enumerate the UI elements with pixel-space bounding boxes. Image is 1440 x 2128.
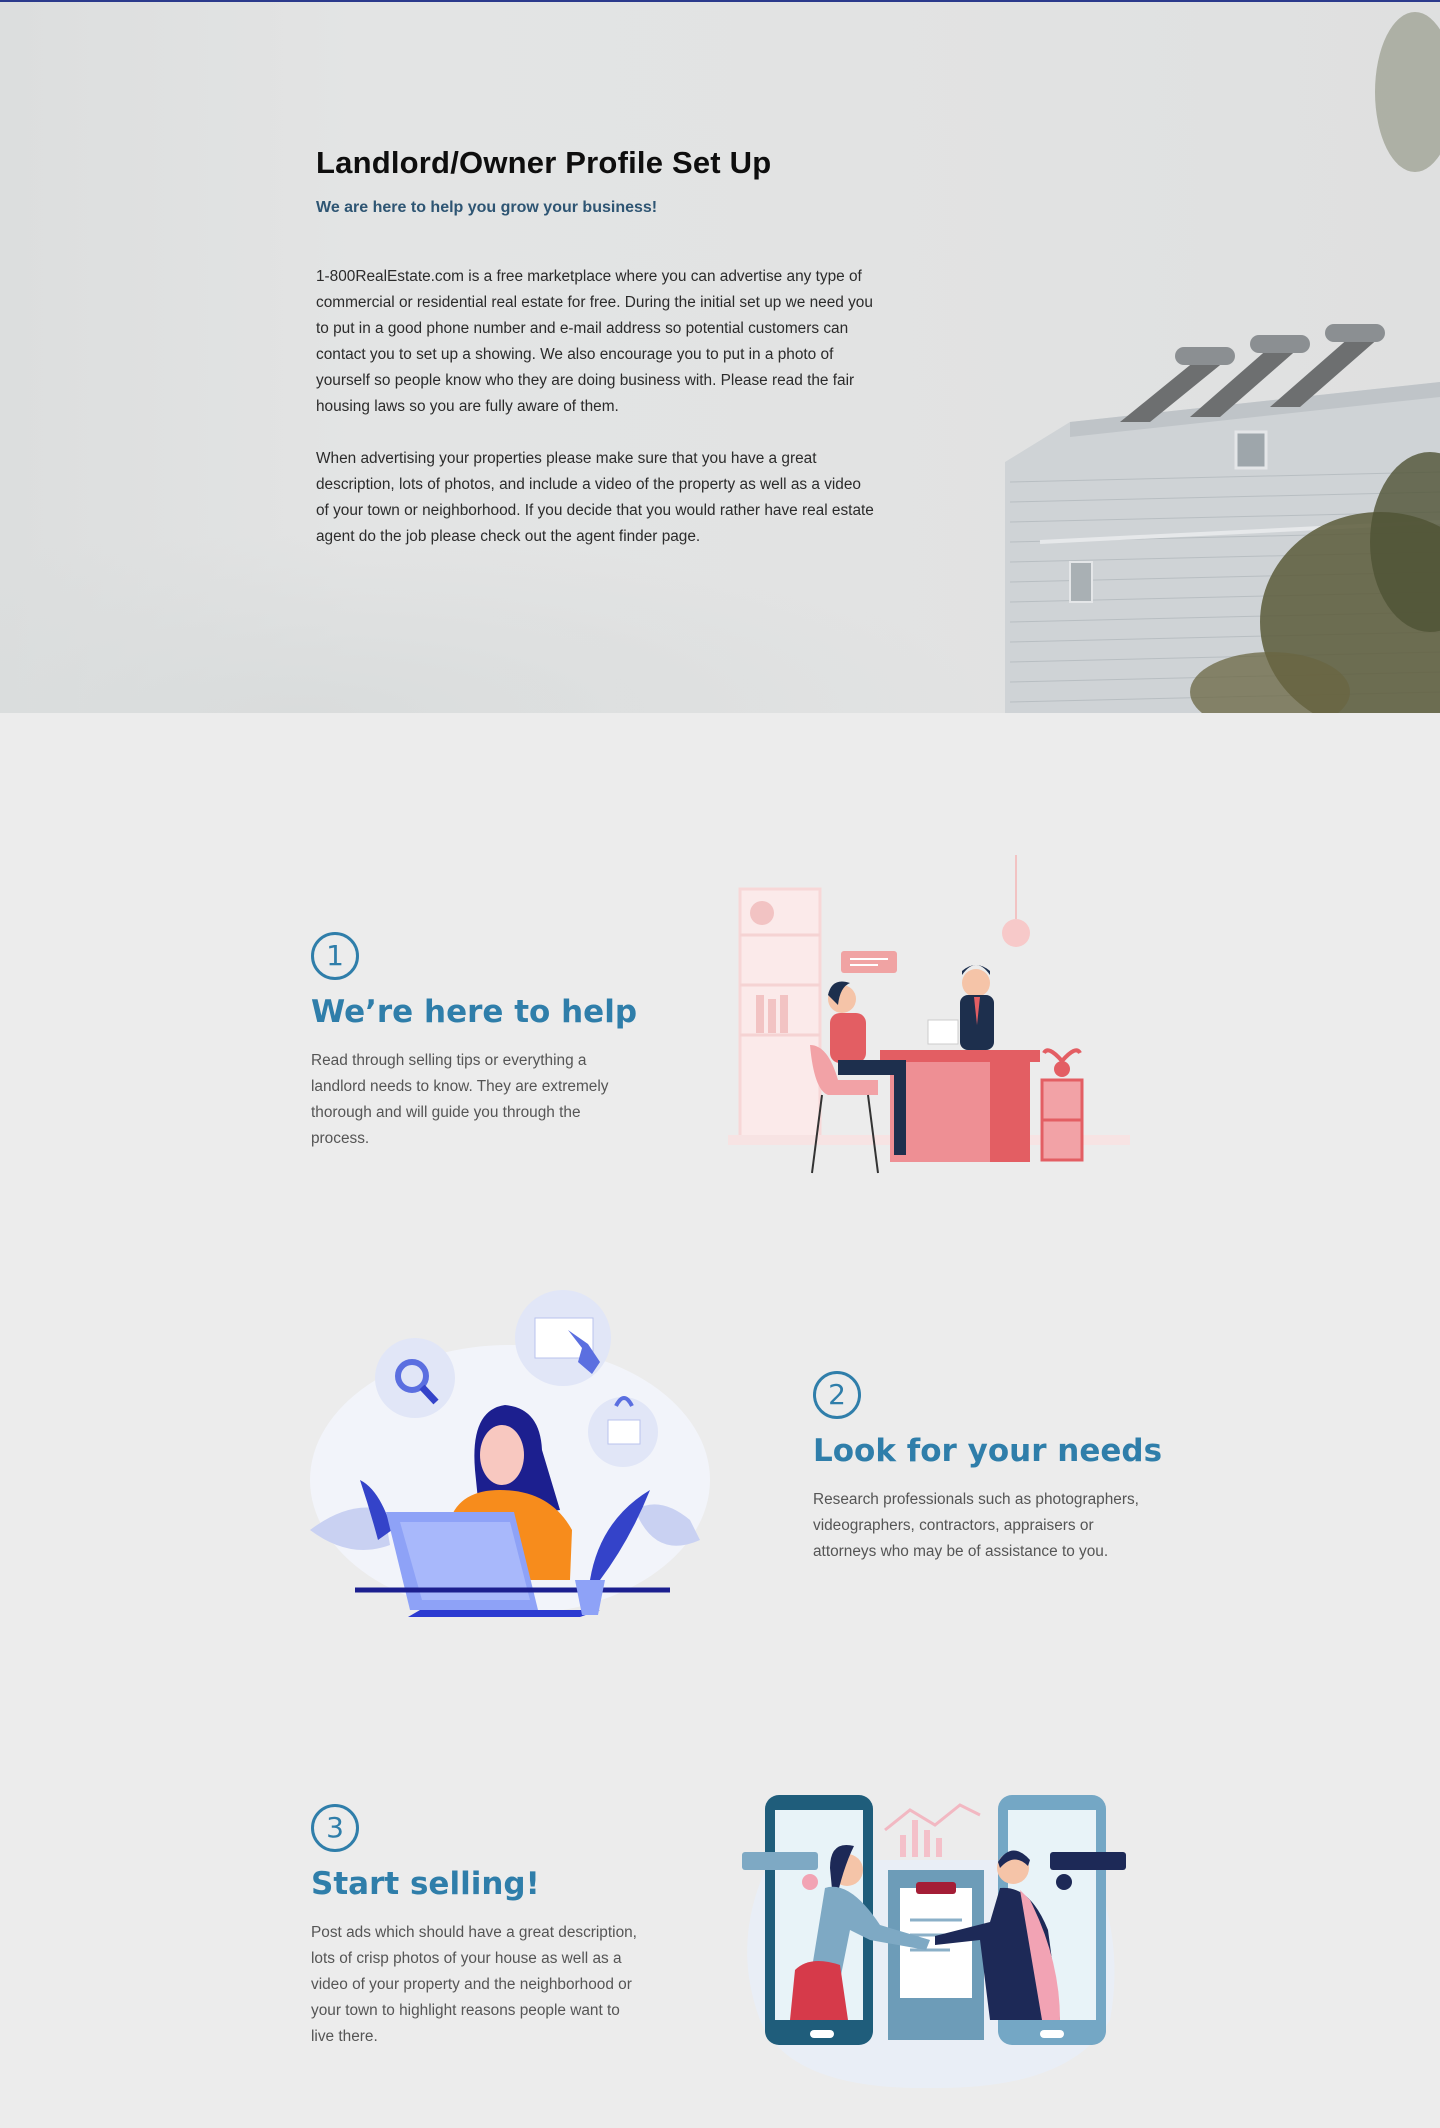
step-number-2: 2: [813, 1371, 861, 1419]
intro-paragraph: 1-800RealEstate.com is a free marketplac…: [316, 268, 873, 415]
hero-section: Landlord/Owner Profile Set Up We are her…: [0, 2, 1440, 713]
step-title-1: We’re here to help: [311, 994, 638, 1030]
building-photo-icon: [1005, 12, 1440, 713]
step-title-3: Start selling!: [311, 1866, 540, 1902]
step-number-3: 3: [311, 1804, 359, 1852]
hero-mist: [0, 533, 1000, 713]
laptop-search-illustration-icon: [310, 1290, 710, 1617]
page-title: Landlord/Owner Profile Set Up: [316, 145, 772, 180]
phone-handshake-illustration-icon: [742, 1795, 1126, 2089]
step-text-3: Post ads which should have a great descr…: [311, 1924, 637, 2045]
step-number-1: 1: [311, 932, 359, 980]
step-text-1: Read through selling tips or everything …: [311, 1052, 609, 1147]
step-title-2: Look for your needs: [813, 1433, 1163, 1469]
advertising-paragraph: When advertising your properties please …: [316, 450, 874, 545]
page-subtitle: We are here to help you grow your busine…: [316, 199, 658, 216]
office-meeting-illustration-icon: [728, 855, 1130, 1174]
step-text-2: Research professionals such as photograp…: [813, 1491, 1139, 1560]
